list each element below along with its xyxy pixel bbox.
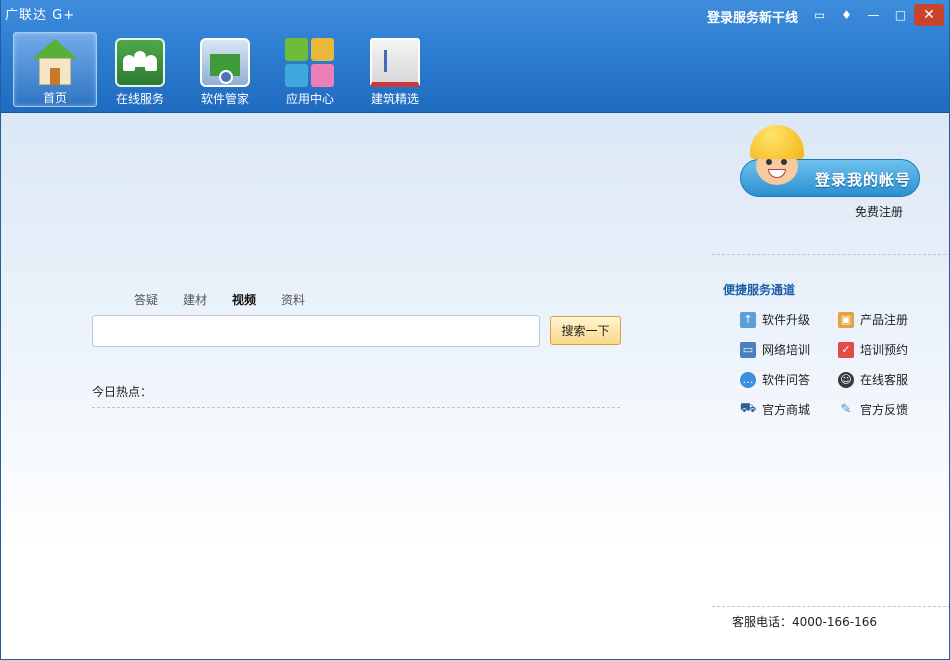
customer-phone: 客服电话：4000-166-166 [732, 615, 878, 629]
customer-service-icon: ☺ [838, 371, 854, 388]
online-service-icon [115, 38, 165, 87]
nav-item-label: 首页 [42, 91, 67, 105]
service-label: 官方商城 [762, 403, 811, 417]
service-label: 软件升级 [762, 313, 811, 327]
chat-icon[interactable]: ▭ [806, 4, 833, 26]
search-input[interactable] [92, 315, 540, 347]
service-label: 产品注册 [860, 313, 909, 327]
mascot-icon [748, 125, 810, 187]
nav-item-label: 应用中心 [285, 92, 334, 106]
training-booking-icon: ✓ [838, 341, 854, 358]
divider [712, 254, 949, 255]
nav-item-label: 在线服务 [115, 92, 164, 106]
qa-bubble-icon: … [740, 371, 756, 388]
service-feedback[interactable]: ✎ 官方反馈 [838, 401, 908, 418]
login-account-button[interactable]: 登录我的帐号 [815, 169, 911, 190]
skin-icon[interactable]: ♦ [833, 4, 860, 26]
architecture-book-icon [370, 38, 420, 87]
service-mall[interactable]: ⛟ 官方商城 [740, 401, 810, 418]
service-product-register[interactable]: ▣ 产品注册 [838, 311, 908, 328]
service-label: 软件问答 [762, 373, 811, 387]
feedback-icon: ✎ [840, 402, 852, 417]
software-manager-icon [200, 38, 250, 87]
nav-item-software-manager[interactable]: 软件管家 [183, 32, 267, 107]
home-icon [30, 39, 80, 86]
divider [92, 407, 620, 408]
register-link[interactable]: 免费注册 [855, 203, 903, 220]
services-title: 便捷服务通道 [723, 283, 796, 297]
main-nav: 首页 在线服务 软件管家 应用中心 建筑精选 [13, 32, 438, 107]
app-center-icon [285, 38, 335, 87]
service-qa[interactable]: … 软件问答 [740, 371, 810, 388]
nav-item-home[interactable]: 首页 [13, 32, 97, 107]
window-controls: ▭ ♦ — □ ✕ [806, 4, 944, 26]
minimize-icon[interactable]: — [860, 4, 887, 26]
service-online-training[interactable]: ▭ 网络培训 [740, 341, 810, 358]
search-button[interactable]: 搜索一下 [550, 316, 621, 345]
upgrade-icon: ↑ [740, 311, 756, 328]
service-label: 官方反馈 [860, 403, 909, 417]
nav-item-online-service[interactable]: 在线服务 [98, 32, 182, 107]
close-icon[interactable]: ✕ [914, 4, 944, 26]
service-upgrade[interactable]: ↑ 软件升级 [740, 311, 810, 328]
service-label: 培训预约 [860, 343, 909, 357]
search-tabs: 答疑 建材 视频 资料 [134, 291, 330, 308]
tab-materials[interactable]: 建材 [183, 291, 207, 308]
nav-item-app-center[interactable]: 应用中心 [268, 32, 352, 107]
tab-documents[interactable]: 资料 [281, 291, 305, 308]
product-register-icon: ▣ [838, 311, 854, 328]
service-label: 在线客服 [860, 373, 909, 387]
login-promo[interactable]: 登录我的帐号 [740, 125, 920, 205]
nav-item-label: 软件管家 [200, 92, 249, 106]
service-training-booking[interactable]: ✓ 培训预约 [838, 341, 908, 358]
app-window: 广联达 G+ 登录服务新干线 ▭ ♦ — □ ✕ 首页 在线服务 软件管家 应用… [0, 0, 950, 660]
service-label: 网络培训 [762, 343, 811, 357]
shopping-cart-icon: ⛟ [739, 401, 757, 416]
divider [712, 606, 949, 607]
header-bar: 广联达 G+ 登录服务新干线 ▭ ♦ — □ ✕ 首页 在线服务 软件管家 应用… [1, 0, 949, 113]
tab-video[interactable]: 视频 [232, 291, 256, 308]
nav-item-architecture[interactable]: 建筑精选 [353, 32, 437, 107]
main-content: 登录我的帐号 免费注册 便捷服务通道 ↑ 软件升级 ▣ 产品注册 ▭ 网络培训 … [1, 113, 949, 659]
online-training-icon: ▭ [740, 341, 756, 358]
service-customer[interactable]: ☺ 在线客服 [838, 371, 908, 388]
maximize-icon[interactable]: □ [887, 4, 914, 26]
app-title: 广联达 G+ [5, 8, 76, 23]
tab-qa[interactable]: 答疑 [134, 291, 158, 308]
hot-topics-label: 今日热点： [92, 385, 153, 399]
nav-item-label: 建筑精选 [370, 92, 419, 106]
login-service-link[interactable]: 登录服务新干线 [707, 7, 798, 26]
